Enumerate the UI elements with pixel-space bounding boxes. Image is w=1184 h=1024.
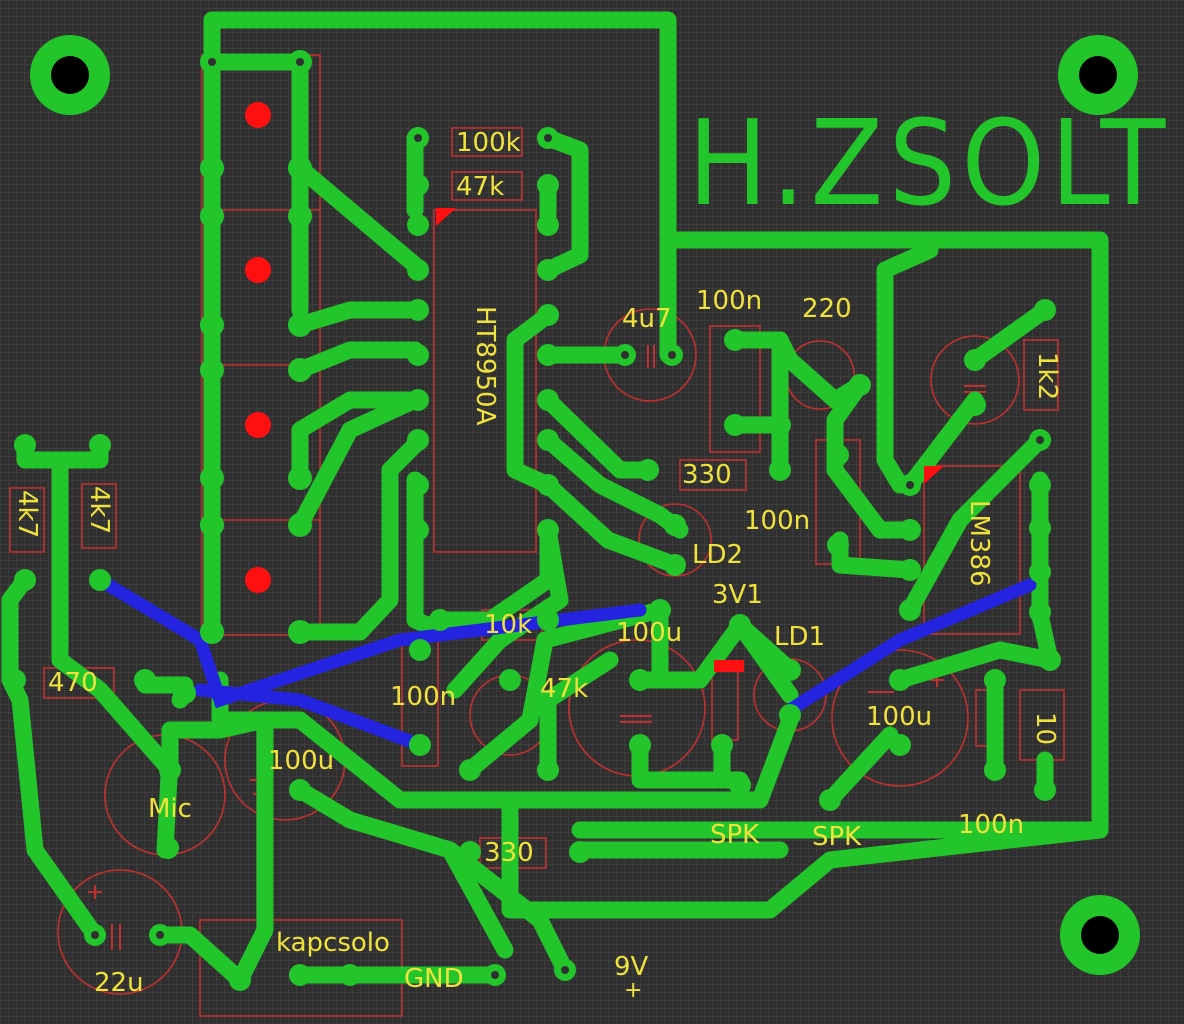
label-r47k-mid: 47k — [540, 674, 589, 704]
label-r10: 10 — [1030, 712, 1060, 746]
label-c100u-right: 100u — [866, 702, 933, 732]
label-spk-2: SPK — [812, 822, 862, 852]
label-r47k-top: 47k — [456, 172, 505, 202]
label-c100u-left: 100u — [268, 746, 335, 776]
label-9v: 9V — [614, 952, 649, 982]
label-r330-bottom: 330 — [484, 838, 534, 868]
label-r1k2: 1k2 — [1032, 352, 1062, 401]
label-r4k7-b: 4k7 — [84, 486, 114, 535]
label-c100n-top: 100n — [696, 286, 763, 316]
label-r470: 470 — [48, 668, 98, 698]
label-ld2: LD2 — [692, 540, 744, 570]
label-ic2: LM386 — [964, 500, 994, 587]
label-spk-1: SPK — [710, 820, 760, 850]
label-gnd: GND — [404, 964, 464, 994]
label-r330-mid: 330 — [682, 460, 732, 490]
label-c22u: 22u — [94, 968, 144, 998]
label-c100n-right: 100n — [958, 810, 1025, 840]
label-r4k7-a: 4k7 — [12, 490, 42, 539]
board-title: H.ZSOLT — [688, 94, 1171, 232]
label-switch: kapcsolo — [276, 928, 390, 958]
label-plus: + — [624, 978, 643, 1003]
label-r10k: 10k — [484, 610, 533, 640]
label-c100u-center: 100u — [616, 618, 683, 648]
label-c100n-left: 100n — [390, 682, 457, 712]
label-c4u7: 4u7 — [622, 304, 672, 334]
label-c100n-mid: 100n — [744, 506, 811, 536]
label-ic1: HT8950A — [470, 306, 500, 426]
label-3v1: 3V1 — [712, 580, 763, 610]
label-r100k: 100k — [456, 128, 521, 158]
label-r220: 220 — [802, 294, 852, 324]
label-ld1: LD1 — [774, 622, 826, 652]
label-mic: Mic — [148, 794, 192, 824]
